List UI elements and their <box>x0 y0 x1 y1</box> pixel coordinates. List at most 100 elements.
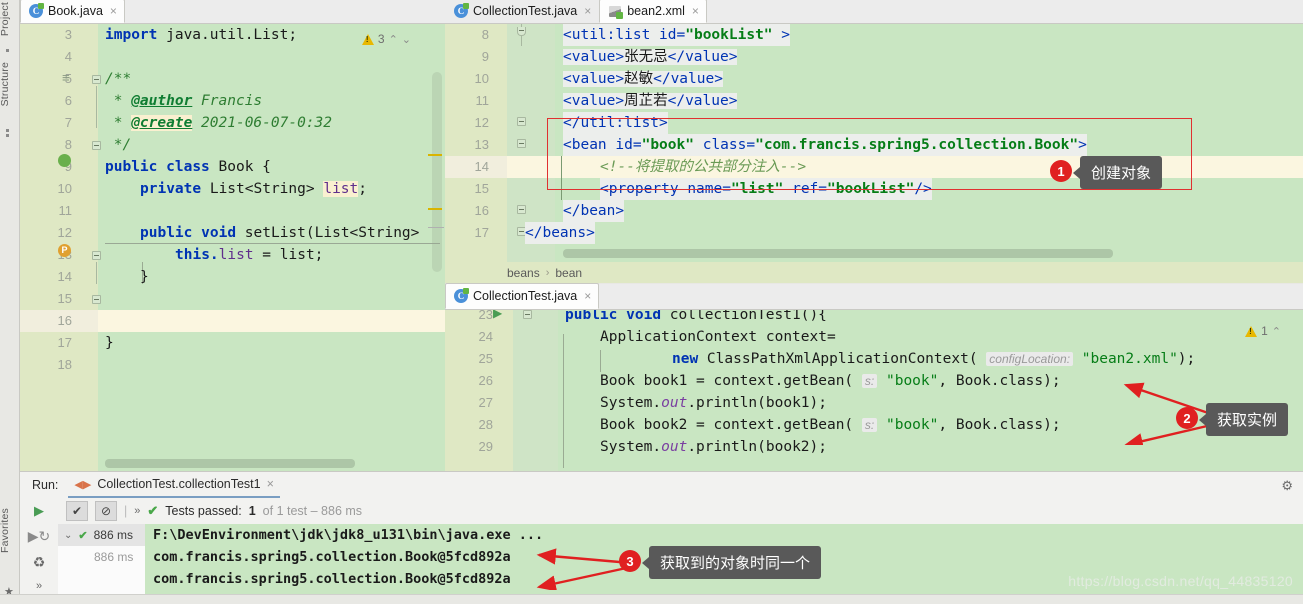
code-line: </util:list> <box>563 112 668 134</box>
code-column-xml: <util:list id="bookList" > <value>张无忌</v… <box>445 24 1303 244</box>
test-summary-suffix: of 1 test – 886 ms <box>262 504 363 518</box>
breadcrumb-root[interactable]: beans <box>507 266 540 280</box>
watermark: https://blog.csdn.net/qq_44835120 <box>1068 573 1293 589</box>
code-line: */ <box>105 137 132 153</box>
test-pass-icon: ✔ <box>78 529 88 542</box>
status-bar <box>0 594 1303 604</box>
code-line: <property name="list" ref="bookList"/> <box>600 178 932 200</box>
run-config-icon: ◀▶ <box>74 478 92 491</box>
code-line: Book book1 = context.getBean( s: "book",… <box>600 373 1061 389</box>
chevron-up-icon[interactable]: ⌃ <box>389 33 398 46</box>
horizontal-scrollbar[interactable] <box>563 249 1113 258</box>
code-line: new ClassPathXmlApplicationContext( conf… <box>672 351 1196 367</box>
code-line: /** <box>105 71 132 87</box>
run-panel-header: Run: ◀▶ CollectionTest.collectionTest1 ×… <box>20 472 1303 498</box>
expand-icon[interactable]: » <box>36 580 42 592</box>
test-tree-row[interactable]: ⌄ ✔ 886 ms <box>58 524 145 546</box>
code-line: public void collectionTest1(){ <box>565 310 827 323</box>
code-column-java: public void collectionTest1(){ Applicati… <box>445 310 1303 458</box>
param-hint-configlocation: configLocation: <box>986 352 1074 366</box>
xml-file-icon <box>608 4 624 19</box>
sidebar-item-structure[interactable]: Structure <box>0 62 21 106</box>
editor-bean2-xml[interactable]: 8 9 10 11 12 13 14 15 16 17 <util:list i… <box>445 24 1303 262</box>
warning-stripe-marker[interactable] <box>428 154 442 156</box>
chevron-down-icon[interactable]: ⌄ <box>64 530 72 541</box>
console-line: F:\DevEnvironment\jdk\jdk8_u131\bin\java… <box>153 527 544 543</box>
tab-label: CollectionTest.java <box>473 4 578 18</box>
warning-count: 3 <box>377 32 385 46</box>
code-line: private List<String> list; <box>140 181 367 197</box>
editor-book-java[interactable]: 3 4 5 6 7 8 9 10 11 12 13 14 15 16 17 18… <box>20 24 445 471</box>
breadcrumb-leaf[interactable]: bean <box>555 266 582 280</box>
close-icon[interactable]: × <box>692 4 699 18</box>
tab-label: bean2.xml <box>627 4 685 18</box>
java-class-icon <box>29 3 44 18</box>
chevron-down-icon[interactable]: ⌄ <box>402 33 411 46</box>
rerun-failed-icon[interactable]: ▶↻ <box>28 528 51 545</box>
warning-icon <box>361 33 374 45</box>
test-tree-row[interactable]: 886 ms <box>58 546 145 568</box>
annotation-badge-1: 1 <box>1050 160 1072 182</box>
test-duration: 886 ms <box>93 528 133 542</box>
run-config-tab[interactable]: ◀▶ CollectionTest.collectionTest1 × <box>68 472 280 498</box>
code-line: ApplicationContext context= <box>600 329 836 345</box>
scroll-divider <box>428 227 444 228</box>
vertical-scrollbar[interactable] <box>432 72 442 272</box>
breadcrumb[interactable]: beans › bean <box>445 262 1303 283</box>
close-icon[interactable]: × <box>110 4 117 18</box>
stop-icon[interactable]: ♻ <box>33 554 46 571</box>
annotation-bubble-2: 获取实例 <box>1198 403 1289 436</box>
code-line: } <box>105 335 114 351</box>
tab-book-java[interactable]: Book.java × <box>20 0 125 23</box>
tab-collectiontest-java[interactable]: CollectionTest.java × <box>445 283 600 309</box>
run-panel-title: Run: <box>32 478 59 492</box>
code-line: Book book2 = context.getBean( s: "book",… <box>600 417 1061 433</box>
test-passed-count: 1 <box>248 504 256 518</box>
test-summary-label: Tests passed: <box>165 504 242 518</box>
java-class-icon <box>454 3 469 18</box>
close-icon[interactable]: × <box>584 4 591 18</box>
annotation-bubble-3: 获取到的对象时同一个 <box>641 546 822 579</box>
sidebar-item-favorites[interactable]: Favorites <box>0 508 21 553</box>
editor-collectiontest-java[interactable]: 23 24 25 26 27 28 29 ▶ public void colle… <box>445 310 1303 471</box>
code-line: <value>周芷若</value> <box>563 93 738 109</box>
code-line: <value>赵敏</value> <box>563 71 723 87</box>
close-icon[interactable]: × <box>267 477 274 491</box>
code-line: </bean> <box>563 200 625 222</box>
code-line: </beans> <box>525 222 595 244</box>
rerun-icon[interactable]: ▶ <box>34 503 44 519</box>
sidebar-item-project[interactable]: Project <box>0 2 21 36</box>
editor-left-tabbar: Book.java × <box>20 0 445 24</box>
warning-count: 1 <box>1261 324 1268 338</box>
warning-stripe-marker[interactable] <box>428 208 442 210</box>
inspection-widget[interactable]: 3 ⌃ ⌄ <box>361 32 411 46</box>
code-line: System.out.println(book1); <box>600 395 827 411</box>
editor-xml-tabbar: CollectionTest.java × bean2.xml × <box>445 0 1303 24</box>
test-summary-bar: ✔ ⊘ | » ✔ Tests passed: 1 of 1 test – 88… <box>58 498 1303 524</box>
test-tree[interactable]: ⌄ ✔ 886 ms 886 ms <box>58 524 145 595</box>
tab-label: Book.java <box>48 4 103 18</box>
tab-collectiontest-java-top[interactable]: CollectionTest.java × <box>445 0 600 23</box>
close-icon[interactable]: × <box>584 289 591 303</box>
code-line: <value>张无忌</value> <box>563 49 738 65</box>
left-tool-strip: Project Structure Favorites ★ <box>0 0 20 604</box>
code-line: <bean id="book" class="com.francis.sprin… <box>563 134 1087 156</box>
test-passed-check-icon: ✔ <box>147 503 159 518</box>
tab-bean2-xml[interactable]: bean2.xml × <box>599 0 707 23</box>
param-hint-s: s: <box>861 374 878 388</box>
code-line: this.list = list; <box>175 247 324 263</box>
test-duration: 886 ms <box>94 550 134 564</box>
chevron-up-icon[interactable]: ⌃ <box>1272 325 1281 338</box>
hide-ignored-toggle[interactable]: ⊘ <box>95 501 117 521</box>
tab-label: CollectionTest.java <box>473 289 578 303</box>
gear-icon[interactable]: ⚙ <box>1281 478 1293 494</box>
code-line: System.out.println(book2); <box>600 439 827 455</box>
breadcrumb-separator: › <box>545 266 550 279</box>
code-line: } <box>140 269 149 285</box>
inspection-widget-java[interactable]: 1 ⌃ <box>1245 324 1281 338</box>
expand-all-icon[interactable]: » <box>134 505 140 517</box>
code-line: <util:list id="bookList" > <box>563 24 791 46</box>
show-passed-toggle[interactable]: ✔ <box>66 501 88 521</box>
horizontal-scrollbar[interactable] <box>105 459 355 468</box>
run-toolbar: ▶ ▶↻ ♻ » <box>20 498 58 594</box>
